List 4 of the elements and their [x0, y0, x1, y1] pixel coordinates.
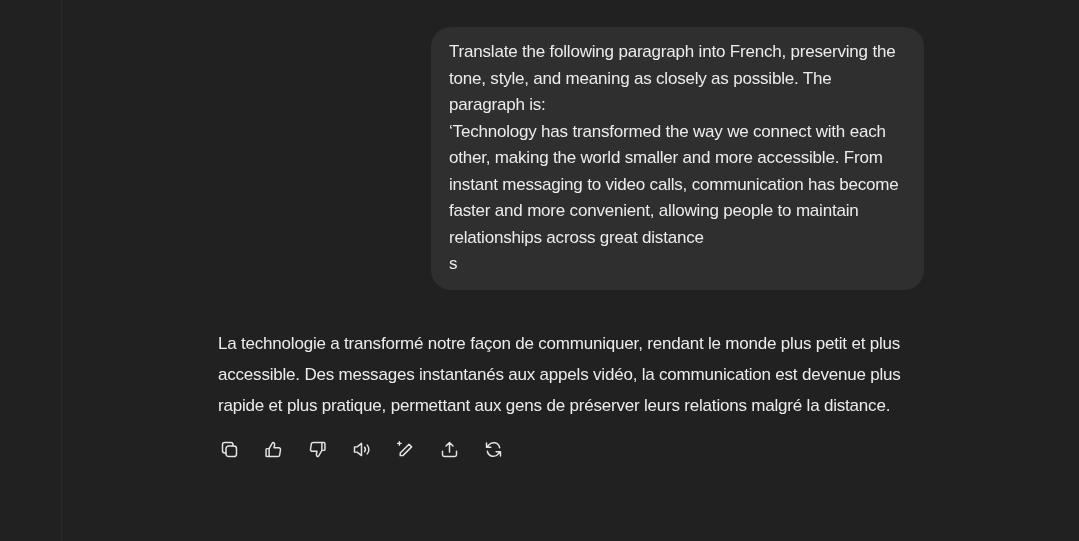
- thumbs-up-icon: [262, 439, 284, 460]
- message-paragraph: s: [449, 253, 459, 275]
- response-text: La technologie a transformé notre façon de communiquer, rendant le monde plus petit et plus accessible. Des messages instantanés aux appels vidéo, la communication est devenue plus rapide et plus pratique, permettant aux gens de préserver leurs relations malgré la distance.: [218, 332, 902, 417]
- message-paragraph: Translate the following paragraph into French, preserving the tone, style, and meaning as closely as possible. The paragraph is:: [449, 41, 897, 116]
